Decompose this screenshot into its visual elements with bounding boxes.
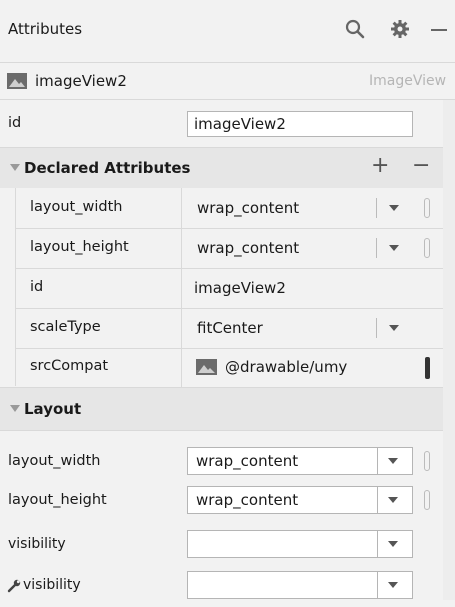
layout-height-dropdown[interactable]: wrap_content — [187, 486, 413, 514]
dropdown-arrow-icon[interactable] — [385, 319, 403, 337]
attr-label: visibility — [8, 536, 66, 552]
expand-icon[interactable] — [10, 405, 20, 412]
attr-label: id — [30, 279, 44, 295]
declared-row: scaleType fitCenter — [0, 309, 443, 348]
panel-title: Attributes — [8, 20, 83, 38]
resource-picker-button[interactable] — [424, 451, 430, 471]
attr-value[interactable]: wrap_content — [197, 199, 299, 217]
attr-label: layout_height — [30, 239, 129, 255]
attr-value[interactable]: imageView2 — [194, 279, 286, 297]
resource-picker-button[interactable] — [424, 238, 430, 258]
scrollbar-track[interactable] — [443, 100, 455, 600]
wrench-icon — [7, 579, 21, 593]
attr-value: wrap_content — [196, 452, 299, 470]
attr-label: scaleType — [30, 319, 101, 335]
attr-label: visibility — [23, 577, 81, 593]
attr-label: layout_width — [8, 453, 101, 469]
layout-row: visibility — [0, 571, 443, 607]
panel-header: Attributes — [0, 0, 455, 62]
id-row: id imageView2 — [0, 100, 443, 146]
id-label: id — [8, 115, 22, 131]
image-icon — [196, 359, 217, 375]
resource-picker-button[interactable] — [424, 490, 430, 510]
image-icon — [7, 73, 27, 89]
layout-row: layout_width wrap_content — [0, 445, 443, 481]
dropdown-arrow-icon[interactable] — [384, 452, 402, 470]
visibility-dropdown[interactable] — [187, 530, 413, 558]
declared-row: layout_width wrap_content — [0, 188, 443, 228]
declared-row: id imageView2 — [0, 269, 443, 308]
id-field[interactable]: imageView2 — [187, 111, 413, 137]
id-value: imageView2 — [194, 115, 286, 133]
divider — [0, 430, 443, 431]
dropdown-arrow-icon[interactable] — [384, 535, 402, 553]
dropdown-arrow-icon[interactable] — [384, 491, 402, 509]
attr-value[interactable]: @drawable/umy — [225, 358, 347, 376]
add-attribute-button[interactable]: + — [371, 153, 389, 178]
gear-icon[interactable] — [389, 18, 411, 40]
dropdown-arrow-icon[interactable] — [385, 239, 403, 257]
attr-label: layout_width — [30, 199, 123, 215]
remove-attribute-button[interactable]: − — [412, 153, 430, 178]
search-icon[interactable] — [344, 18, 366, 40]
layout-row: visibility — [0, 530, 443, 566]
declared-row: layout_height wrap_content — [0, 229, 443, 268]
component-name: imageView2 — [35, 72, 127, 90]
dropdown-arrow-icon[interactable] — [385, 199, 403, 217]
resource-picker-button[interactable] — [425, 357, 430, 379]
layout-row: layout_height wrap_content — [0, 484, 443, 520]
component-row: imageView2 ImageView — [0, 63, 455, 99]
attr-label: layout_height — [8, 492, 107, 508]
expand-icon[interactable] — [10, 164, 20, 171]
dropdown-arrow-icon[interactable] — [384, 576, 402, 594]
tools-visibility-dropdown[interactable] — [187, 571, 413, 599]
attr-value[interactable]: wrap_content — [197, 239, 299, 257]
resource-picker-button[interactable] — [424, 198, 430, 218]
layout-section-header[interactable]: Layout — [0, 388, 443, 430]
section-title: Declared Attributes — [24, 159, 191, 177]
declared-row: srcCompat @drawable/umy — [0, 349, 443, 387]
component-type: ImageView — [369, 73, 447, 89]
minimize-icon[interactable] — [431, 29, 447, 31]
attr-value[interactable]: fitCenter — [197, 319, 263, 337]
attr-value: wrap_content — [196, 491, 299, 509]
layout-width-dropdown[interactable]: wrap_content — [187, 447, 413, 475]
section-title: Layout — [24, 400, 82, 418]
attr-label: srcCompat — [30, 358, 109, 374]
declared-attributes-header[interactable]: Declared Attributes + − — [0, 148, 443, 188]
